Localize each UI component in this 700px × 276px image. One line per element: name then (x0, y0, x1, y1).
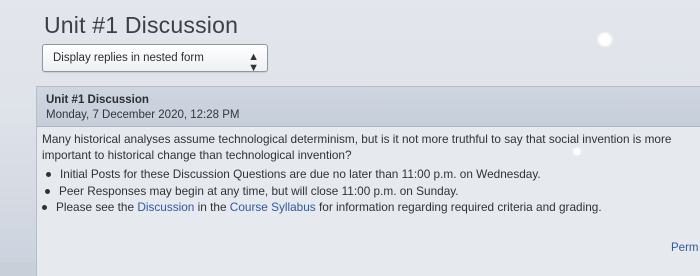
list-item: Peer Responses may begin at any time, bu… (43, 183, 680, 200)
post-question-line: important to historical change than tech… (42, 148, 352, 162)
screen-glare (572, 147, 582, 156)
course-syllabus-link[interactable]: Course Syllabus (230, 200, 316, 214)
display-mode-select[interactable]: Display replies in nested form ▲ ▼ (42, 44, 268, 74)
post-header: Unit #1 Discussion Monday, 7 December 20… (37, 87, 700, 127)
post-question: Many historical analyses assume technolo… (42, 131, 700, 163)
post-instructions-list: Initial Posts for these Discussion Quest… (40, 166, 680, 216)
post-question-line: Many historical analyses assume technolo… (42, 132, 672, 146)
display-mode-selected-value: Display replies in nested form (53, 52, 204, 64)
post-subject: Unit #1 Discussion (46, 94, 149, 106)
post-date: Monday, 7 December 2020, 12:28 PM (46, 109, 240, 121)
list-item: Initial Posts for these Discussion Quest… (44, 166, 680, 183)
list-item-text: Please see the (56, 200, 138, 214)
permalink-link[interactable]: Perm (671, 242, 698, 254)
page-title: Unit #1 Discussion (44, 12, 239, 38)
list-item: Please see the Discussion in the Course … (40, 199, 680, 216)
screen-glare (596, 32, 614, 47)
page: Unit #1 Discussion Display replies in ne… (0, 0, 700, 276)
select-arrows-icon: ▲ ▼ (248, 51, 259, 74)
discussion-link[interactable]: Discussion (137, 200, 194, 214)
list-item-text: for information regarding required crite… (315, 200, 602, 214)
list-item-text: in the (194, 200, 230, 214)
